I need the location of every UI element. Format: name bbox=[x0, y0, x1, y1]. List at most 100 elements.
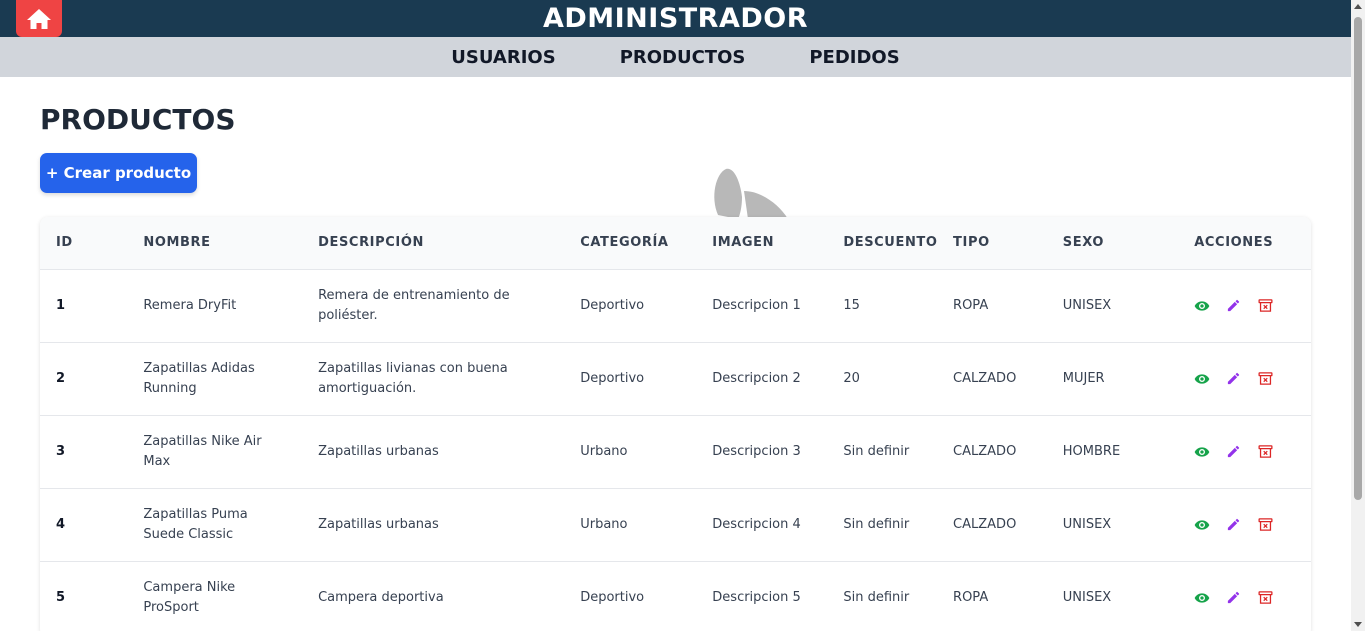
cell-descripcion: Remera de entrenamiento de poliéster. bbox=[318, 287, 510, 323]
eye-icon bbox=[1194, 373, 1210, 384]
cell-descuento: 15 bbox=[843, 297, 860, 313]
pencil-icon bbox=[1228, 372, 1240, 385]
cell-sexo: MUJER bbox=[1062, 370, 1105, 386]
cell-sexo: UNISEX bbox=[1062, 297, 1112, 313]
view-button[interactable] bbox=[1193, 297, 1211, 315]
cell-sexo: HOMBRE bbox=[1062, 443, 1121, 459]
eye-icon bbox=[1194, 446, 1210, 457]
row-actions bbox=[1172, 443, 1295, 461]
row-actions bbox=[1172, 589, 1295, 607]
table-row[interactable]: 5 Campera Nike ProSport Campera deportiva D… bbox=[40, 561, 1311, 631]
table-row[interactable]: 4 Zapatillas Puma Suede Classic Zapatillas… bbox=[40, 488, 1311, 561]
cell-imagen: Descripcion 1 bbox=[712, 297, 801, 313]
products-table-card: ID NOMBRE DESCRIPCIÓN CATEGORÍA IMAGEN D… bbox=[40, 217, 1311, 631]
view-button[interactable] bbox=[1193, 370, 1211, 388]
table-row[interactable]: 1 Remera DryFit Remera de entrenamiento de… bbox=[40, 269, 1311, 342]
cell-descripcion: Zapatillas livianas con buena amortiguac… bbox=[318, 360, 508, 396]
cell-imagen: Descripcion 5 bbox=[712, 589, 801, 605]
row-actions bbox=[1172, 516, 1295, 534]
top-bar: ADMINISTRADOR bbox=[0, 0, 1351, 37]
scroll-down-arrow-icon[interactable] bbox=[1354, 622, 1362, 627]
cell-categoria: Deportivo bbox=[580, 370, 645, 386]
eye-icon bbox=[1194, 519, 1210, 530]
nav-item-pedidos[interactable]: PEDIDOS bbox=[809, 47, 899, 68]
background-image-fragment bbox=[714, 168, 788, 219]
cell-id: 4 bbox=[56, 516, 66, 532]
cell-nombre: Zapatillas Adidas Running bbox=[143, 360, 255, 396]
cell-imagen: Descripcion 2 bbox=[712, 370, 801, 386]
cell-tipo: CALZADO bbox=[953, 516, 1017, 532]
cell-id: 3 bbox=[56, 443, 66, 459]
admin-page: ADMINISTRADOR USUARIOS PRODUCTOS PEDIDOS… bbox=[0, 0, 1365, 631]
eye-icon bbox=[1194, 300, 1210, 311]
nav-item-productos[interactable]: PRODUCTOS bbox=[620, 47, 746, 68]
column-header-acciones: ACCIONES bbox=[1194, 235, 1274, 251]
scrollbar[interactable] bbox=[1351, 0, 1365, 631]
column-header-id[interactable]: ID bbox=[40, 217, 127, 269]
nav-item-usuarios[interactable]: USUARIOS bbox=[451, 47, 555, 68]
page-title: PRODUCTOS bbox=[40, 103, 236, 136]
cell-sexo: UNISEX bbox=[1062, 516, 1112, 532]
cell-id: 5 bbox=[56, 589, 66, 605]
scroll-up-arrow-icon[interactable] bbox=[1354, 4, 1362, 9]
cell-nombre: Zapatillas Puma Suede Classic bbox=[143, 506, 248, 542]
view-button[interactable] bbox=[1193, 589, 1211, 607]
column-header-descuento[interactable]: DESCUENTO bbox=[827, 217, 937, 269]
cell-categoria: Urbano bbox=[580, 443, 628, 459]
cell-nombre: Campera Nike ProSport bbox=[143, 579, 236, 615]
cell-imagen: Descripcion 3 bbox=[712, 443, 801, 459]
trash-icon bbox=[1258, 299, 1273, 312]
edit-button[interactable] bbox=[1225, 516, 1243, 534]
edit-button[interactable] bbox=[1225, 297, 1243, 315]
trash-icon bbox=[1258, 372, 1273, 385]
cell-imagen: Descripcion 4 bbox=[712, 516, 801, 532]
main-nav: USUARIOS PRODUCTOS PEDIDOS bbox=[0, 37, 1351, 77]
trash-icon bbox=[1258, 518, 1273, 531]
column-header-categoria[interactable]: CATEGORÍA bbox=[564, 217, 696, 269]
column-header-sexo[interactable]: SEXO bbox=[1047, 217, 1157, 269]
cell-acciones bbox=[1156, 342, 1311, 415]
delete-button[interactable] bbox=[1257, 443, 1275, 461]
trash-icon bbox=[1258, 591, 1273, 605]
cell-descuento: Sin definir bbox=[843, 589, 910, 605]
trash-icon bbox=[1258, 445, 1273, 458]
cell-acciones bbox=[1156, 561, 1311, 631]
edit-button[interactable] bbox=[1225, 589, 1243, 607]
view-button[interactable] bbox=[1193, 516, 1211, 534]
cell-tipo: ROPA bbox=[953, 297, 989, 313]
view-button[interactable] bbox=[1193, 443, 1211, 461]
cell-descuento: Sin definir bbox=[843, 443, 910, 459]
column-header-nombre[interactable]: NOMBRE bbox=[127, 217, 302, 269]
column-header-tipo[interactable]: TIPO bbox=[937, 217, 1047, 269]
table-row[interactable]: 2 Zapatillas Adidas Running Zapatillas liv… bbox=[40, 342, 1311, 415]
cell-descripcion: Zapatillas urbanas bbox=[318, 443, 439, 459]
table-row[interactable]: 3 Zapatillas Nike Air Max Zapatillas urban… bbox=[40, 415, 1311, 488]
cell-tipo: CALZADO bbox=[953, 443, 1017, 459]
cell-descuento: Sin definir bbox=[843, 516, 910, 532]
row-actions bbox=[1172, 297, 1295, 315]
delete-button[interactable] bbox=[1257, 297, 1275, 315]
pencil-icon bbox=[1228, 592, 1240, 604]
cell-acciones bbox=[1156, 415, 1311, 488]
pencil-icon bbox=[1228, 299, 1240, 312]
app-title: ADMINISTRADOR bbox=[542, 3, 809, 34]
eye-icon bbox=[1194, 593, 1210, 603]
delete-button[interactable] bbox=[1257, 589, 1275, 607]
column-header-descripcion[interactable]: DESCRIPCIÓN bbox=[302, 217, 564, 269]
cell-descripcion: Zapatillas urbanas bbox=[318, 516, 439, 532]
cell-categoria: Deportivo bbox=[580, 297, 645, 313]
cell-tipo: CALZADO bbox=[953, 370, 1017, 386]
products-table: ID NOMBRE DESCRIPCIÓN CATEGORÍA IMAGEN D… bbox=[40, 217, 1311, 631]
delete-button[interactable] bbox=[1257, 516, 1275, 534]
scrollbar-thumb[interactable] bbox=[1354, 17, 1362, 500]
cell-tipo: ROPA bbox=[953, 589, 989, 605]
delete-button[interactable] bbox=[1257, 370, 1275, 388]
pencil-icon bbox=[1228, 445, 1240, 458]
column-header-imagen[interactable]: IMAGEN bbox=[696, 217, 827, 269]
pencil-icon bbox=[1228, 518, 1240, 531]
edit-button[interactable] bbox=[1225, 443, 1243, 461]
cell-categoria: Deportivo bbox=[580, 589, 645, 605]
edit-button[interactable] bbox=[1225, 370, 1243, 388]
cell-categoria: Urbano bbox=[580, 516, 628, 532]
create-product-button[interactable]: + Crear producto bbox=[40, 153, 197, 193]
